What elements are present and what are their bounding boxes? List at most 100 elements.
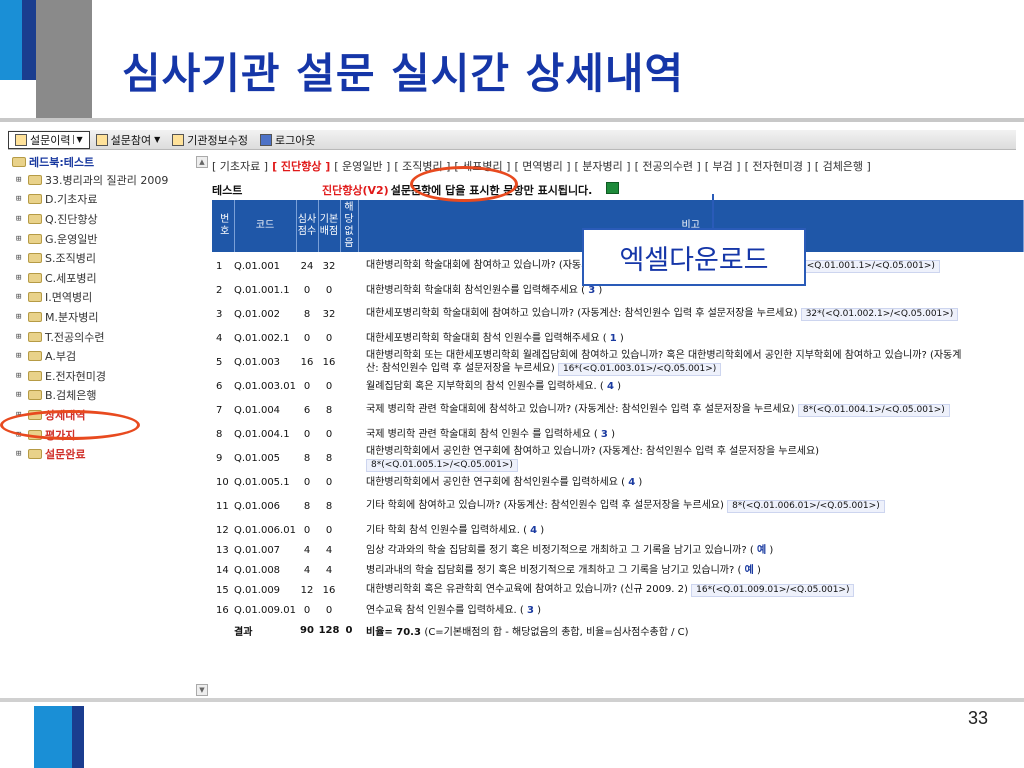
tree-item[interactable]: ⊞ 설문완료 bbox=[12, 444, 192, 464]
callout-label: 엑셀다운로드 bbox=[619, 244, 769, 276]
cell-code: Q.01.006 bbox=[234, 500, 281, 512]
table-row: 3 Q.01.002 8 32 대한세포병리학회 학술대회에 참여하고 있습니까? (자… bbox=[212, 300, 1024, 328]
cell-code: Q.01.004.1 bbox=[234, 428, 290, 440]
cell-score: 0 bbox=[303, 524, 311, 536]
expand-icon[interactable]: ⊞ bbox=[16, 312, 25, 322]
cell-note: 대한세포병리학회 학술대회 참석 인원수를 입력해주세요 ( 1 ) bbox=[358, 328, 1024, 348]
folder-icon bbox=[28, 390, 42, 401]
question-text: 임상 각과와의 학술 집담회를 정기 혹은 비정기적으로 개최하고 그 기록을 … bbox=[366, 544, 757, 556]
excel-callout-ellipse bbox=[410, 166, 518, 202]
expand-icon[interactable]: ⊞ bbox=[16, 449, 25, 459]
chevron-down-icon[interactable]: ▼ bbox=[154, 135, 160, 144]
formula-box: 16*(<Q.01.009.01>/<Q.05.001>) bbox=[691, 584, 855, 597]
expand-icon[interactable]: ⊞ bbox=[16, 234, 25, 244]
answer-link[interactable]: 예 bbox=[757, 545, 766, 556]
expand-icon[interactable]: ⊞ bbox=[16, 292, 25, 302]
close-paren: ) bbox=[607, 428, 615, 440]
tree-root[interactable]: 레드북:테스트 bbox=[12, 154, 192, 170]
tab[interactable]: [ 검체은행 ] bbox=[815, 160, 871, 173]
question-text: 기타 학회에 참여하고 있습니까? (자동계산: 참석인원수 입력 후 설문저장… bbox=[366, 500, 724, 511]
cell-code: Q.01.003 bbox=[234, 356, 281, 368]
cell-code: Q.01.001.1 bbox=[234, 284, 290, 296]
tab[interactable]: [ 면역병리 ] bbox=[514, 160, 570, 173]
folder-icon bbox=[28, 351, 42, 362]
tab[interactable]: [ 부검 ] bbox=[705, 160, 741, 173]
cell-not-applicable bbox=[340, 424, 358, 444]
tree-item[interactable]: ⊞ C.세포병리 bbox=[12, 268, 192, 288]
tree-item[interactable]: ⊞ Q.진단향상 bbox=[12, 209, 192, 229]
expand-icon[interactable]: ⊞ bbox=[16, 371, 25, 381]
menu-survey-participation[interactable]: 설문참여 ▼ bbox=[90, 131, 167, 149]
expand-icon[interactable]: ⊞ bbox=[16, 332, 25, 342]
tab[interactable]: [ 전자현미경 ] bbox=[745, 160, 811, 173]
tab[interactable]: [ 진단향상 ] bbox=[272, 160, 330, 173]
question-text: 대한병리학회에서 공인한 연구회에 참석인원수를 입력하세요 ( bbox=[366, 476, 629, 488]
tree-item[interactable]: ⊞ M.분자병리 bbox=[12, 307, 192, 327]
cell-code: Q.01.005.1 bbox=[234, 476, 290, 488]
tree-item[interactable]: ⊞ A.부검 bbox=[12, 346, 192, 366]
tree-item-label: G.운영일반 bbox=[45, 232, 98, 246]
tree-item[interactable]: ⊞ S.조직병리 bbox=[12, 248, 192, 268]
cell-note: 대한병리학회 또는 대한세포병리학회 월례집담회에 참여하고 있습니까? 혹은 … bbox=[358, 348, 1024, 376]
total-row: 결과 90 128 0 비율= 70.3 (C=기본배점의 합 - 해당없음의 총합, … bbox=[212, 620, 1024, 640]
folder-icon bbox=[28, 213, 42, 224]
expand-icon[interactable]: ⊞ bbox=[16, 175, 25, 185]
tree-item-label: E.전자현미경 bbox=[45, 369, 107, 383]
cell-code: Q.01.001 bbox=[234, 260, 281, 272]
cell-not-applicable bbox=[340, 252, 358, 280]
tab[interactable]: [ 분자병리 ] bbox=[575, 160, 631, 173]
tree-item[interactable]: ⊞ I.면역병리 bbox=[12, 288, 192, 308]
cell-not-applicable bbox=[340, 472, 358, 492]
answer-link[interactable]: 예 bbox=[745, 565, 754, 576]
table-row: 6 Q.01.003.01 0 0 월례집담회 혹은 지부학회의 참석 인원수를 입력하… bbox=[212, 376, 1024, 396]
tree-item[interactable]: ⊞ T.전공의수련 bbox=[12, 327, 192, 347]
cell-base: 8 bbox=[325, 452, 333, 464]
tab[interactable]: [ 전공의수련 ] bbox=[635, 160, 701, 173]
expand-icon[interactable]: ⊞ bbox=[16, 253, 25, 263]
menu-label: 설문참여 bbox=[110, 133, 152, 147]
menu-survey-history[interactable]: 설문이력 ▼ bbox=[8, 130, 90, 149]
table-row: 4 Q.01.002.1 0 0 대한세포병리학회 학술대회 참석 인원수를 입력해주세… bbox=[212, 328, 1024, 348]
tree-item[interactable]: ⊞ 33.병리과의 질관리 2009 bbox=[12, 170, 192, 190]
tree-item-label: 33.병리과의 질관리 2009 bbox=[45, 173, 169, 187]
expand-icon[interactable]: ⊞ bbox=[16, 194, 25, 204]
tree-item[interactable]: ⊞ D.기초자료 bbox=[12, 190, 192, 210]
tree-item-label: C.세포병리 bbox=[45, 271, 97, 285]
cell-score: 0 bbox=[303, 284, 311, 296]
cell-number: 13 bbox=[216, 544, 229, 556]
close-paren: ) bbox=[766, 544, 774, 556]
cell-base: 8 bbox=[325, 500, 333, 512]
tree-item-label: M.분자병리 bbox=[45, 310, 99, 324]
expand-icon[interactable]: ⊞ bbox=[16, 390, 25, 400]
expand-icon[interactable]: ⊞ bbox=[16, 351, 25, 361]
tree-item[interactable]: ⊞ G.운영일반 bbox=[12, 229, 192, 249]
expand-icon[interactable]: ⊞ bbox=[16, 214, 25, 224]
answer-link[interactable]: 4 bbox=[607, 381, 614, 392]
menu-logout[interactable]: 로그아웃 bbox=[254, 131, 321, 149]
excel-download-icon[interactable] bbox=[606, 182, 620, 194]
table-row: 15 Q.01.009 12 16 대한병리학회 혹은 유관학회 연수교육에 참여하고 … bbox=[212, 580, 1024, 600]
menu-edit-institution[interactable]: 기관정보수정 bbox=[166, 131, 254, 149]
cell-score: 0 bbox=[303, 476, 311, 488]
question-text: 국제 병리학 관련 학술대회 참석 인원수 를 입력하세요 ( bbox=[366, 428, 601, 440]
answer-link[interactable]: 3 bbox=[527, 605, 534, 616]
scroll-down-button[interactable]: ▼ bbox=[196, 684, 208, 696]
scroll-up-button[interactable]: ▲ bbox=[196, 156, 208, 168]
tree-item[interactable]: ⊞ E.전자현미경 bbox=[12, 366, 192, 386]
chevron-down-icon[interactable]: ▼ bbox=[73, 135, 83, 144]
expand-icon[interactable]: ⊞ bbox=[16, 273, 25, 283]
close-paren: ) bbox=[616, 332, 624, 344]
tab[interactable]: [ 운영일반 ] bbox=[334, 160, 390, 173]
tab[interactable]: [ 기초자료 ] bbox=[212, 160, 268, 173]
app-screenshot: 설문이력 ▼ 설문참여 ▼ 기관정보수정 로그아웃 레드북:테스트 ⊞ 33.병리… bbox=[0, 124, 1024, 698]
close-paren: ) bbox=[613, 380, 621, 392]
cell-score: 8 bbox=[303, 308, 311, 320]
close-paren: ) bbox=[753, 564, 761, 576]
folder-icon bbox=[12, 157, 26, 167]
tree-item[interactable]: ⊞ B.검체은행 bbox=[12, 386, 192, 406]
cell-code: Q.01.006.01 bbox=[234, 524, 296, 536]
answer-link[interactable]: 1 bbox=[610, 333, 617, 344]
answer-link[interactable]: 3 bbox=[601, 429, 608, 440]
cell-number: 15 bbox=[216, 584, 229, 596]
cell-note: 기타 학회에 참여하고 있습니까? (자동계산: 참석인원수 입력 후 설문저장… bbox=[358, 492, 1024, 520]
